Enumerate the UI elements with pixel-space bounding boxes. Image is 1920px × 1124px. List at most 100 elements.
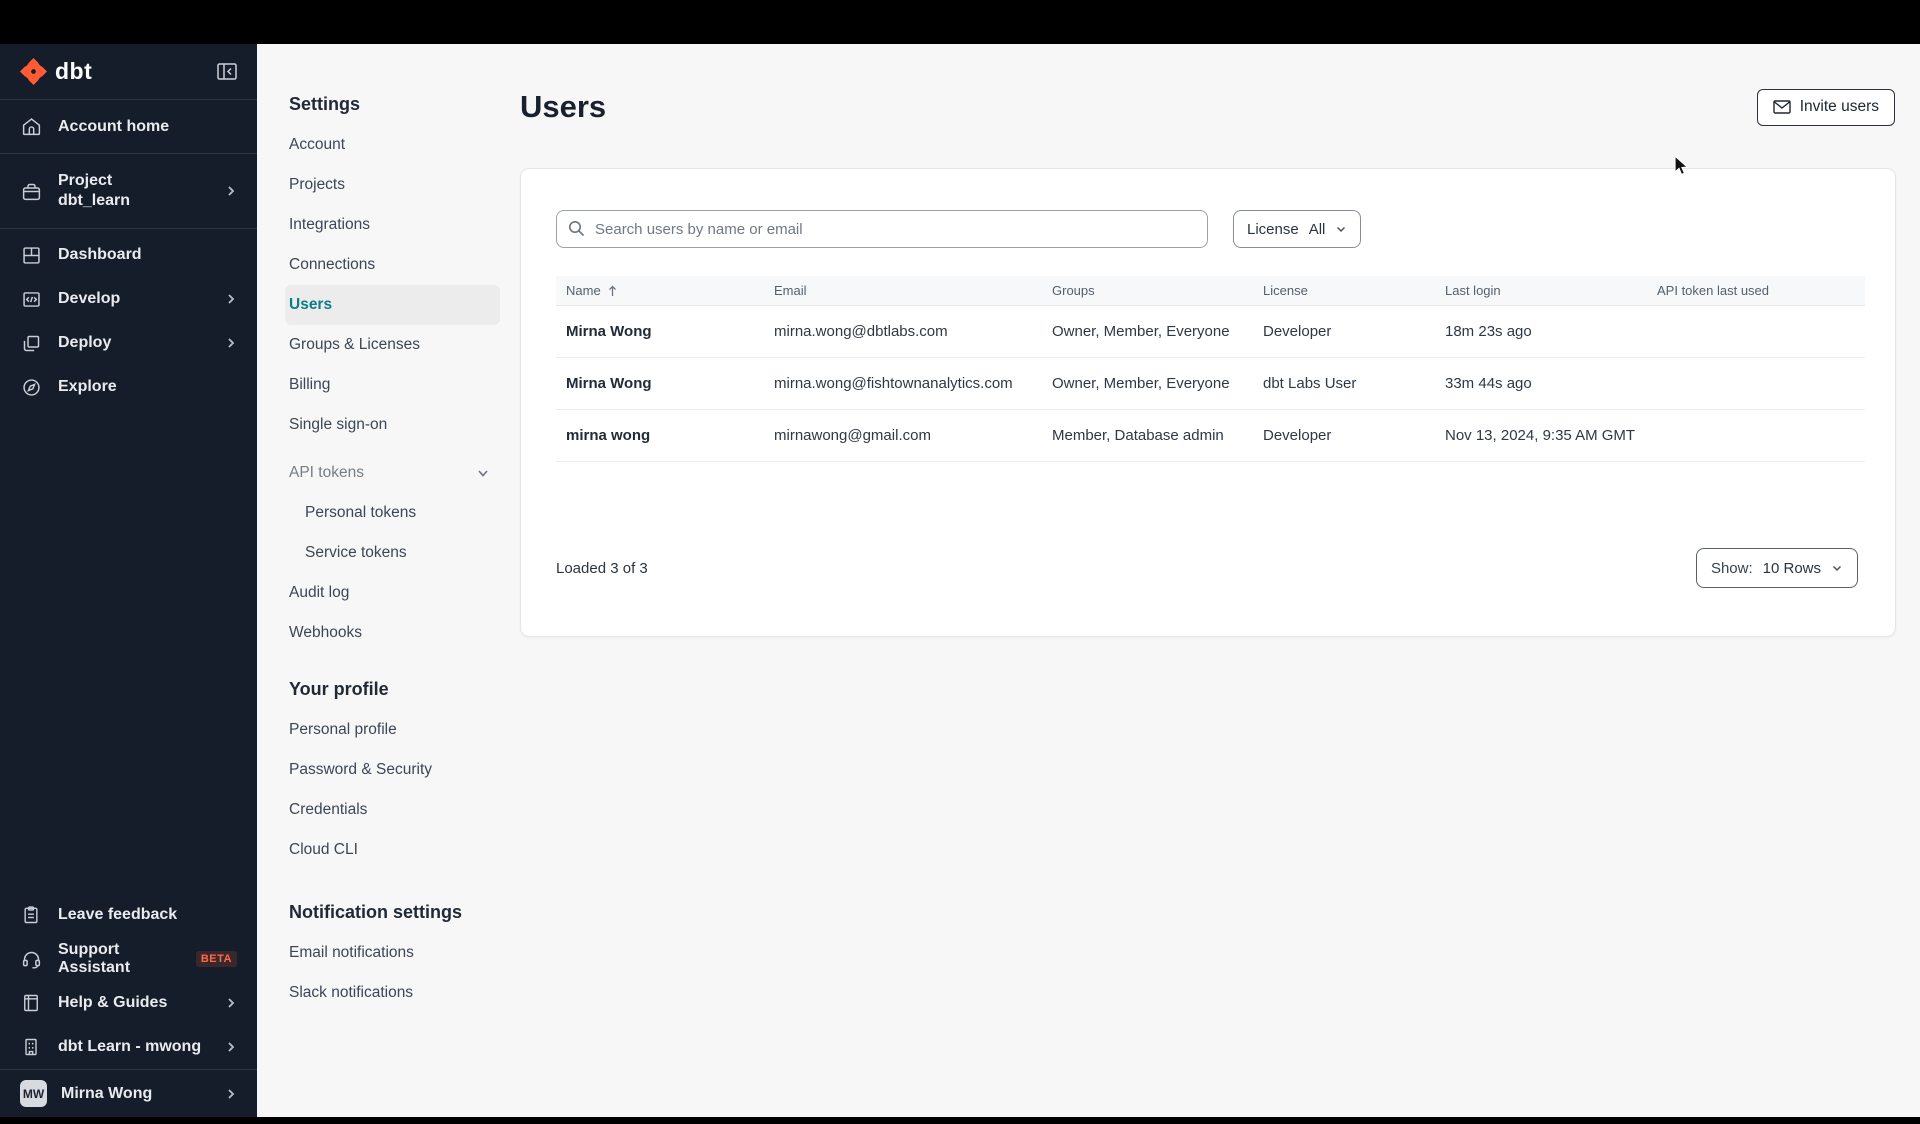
cell-email: mirna.wong@fishtownanalytics.com — [774, 375, 1013, 392]
sidebar-item-deploy[interactable]: Deploy — [0, 321, 257, 365]
nav-label: Cloud CLI — [289, 841, 358, 858]
license-filter-dropdown[interactable]: License All — [1233, 210, 1362, 248]
settings-nav-integrations[interactable]: Integrations — [285, 205, 500, 245]
sidebar-item-label: Help & Guides — [58, 994, 168, 1011]
settings-nav-cloud-cli[interactable]: Cloud CLI — [285, 830, 500, 870]
settings-nav-credentials[interactable]: Credentials — [285, 790, 500, 830]
nav-label: Single sign-on — [289, 416, 388, 433]
sidebar-item-leave-feedback[interactable]: Leave feedback — [0, 893, 257, 937]
chevron-down-icon — [1831, 562, 1843, 574]
envelope-icon — [1773, 100, 1791, 114]
cell-groups: Owner, Member, Everyone — [1052, 375, 1230, 392]
profile-nav-title: Your profile — [289, 679, 389, 699]
settings-nav-title: Settings — [289, 94, 361, 114]
sidebar-item-support-assistant[interactable]: Support Assistant BETA — [0, 937, 257, 981]
cell-last-login: Nov 13, 2024, 9:35 AM GMT — [1445, 427, 1636, 444]
cell-last-login: 33m 44s ago — [1445, 375, 1532, 392]
sidebar-item-explore[interactable]: Explore — [0, 365, 257, 409]
column-label: License — [1263, 283, 1308, 298]
settings-nav-billing[interactable]: Billing — [285, 365, 500, 405]
loaded-status: Loaded 3 of 3 — [556, 559, 648, 577]
settings-nav-single-sign-on[interactable]: Single sign-on — [285, 405, 500, 445]
table-row[interactable]: Mirna Wong mirna.wong@fishtownanalytics.… — [556, 358, 1865, 410]
sidebar-item-label: Support Assistant — [58, 941, 131, 976]
sidebar-item-project[interactable]: Project dbt_learn — [0, 154, 257, 228]
search-users-input[interactable] — [556, 210, 1208, 248]
settings-nav-password-security[interactable]: Password & Security — [285, 750, 500, 790]
deploy-icon — [20, 333, 42, 354]
column-header-last-login[interactable]: Last login — [1445, 283, 1657, 298]
sort-asc-icon — [608, 285, 617, 297]
building-icon — [20, 1037, 42, 1057]
sidebar-item-account-home[interactable]: Account home — [0, 100, 257, 153]
nav-label: Groups & Licenses — [289, 336, 420, 353]
project-label: Project — [58, 172, 113, 189]
primary-sidebar: dbt Account home Project dbt_learn Dashb… — [0, 44, 257, 1117]
cell-license: Developer — [1263, 427, 1332, 444]
column-label: Groups — [1052, 283, 1095, 298]
settings-nav-api-tokens[interactable]: API tokens — [285, 453, 500, 493]
chevron-down-icon — [476, 466, 490, 480]
sidebar-item-develop[interactable]: Develop — [0, 277, 257, 321]
sidebar-item-dbt-learn[interactable]: dbt Learn - mwong — [0, 1025, 257, 1069]
column-header-groups[interactable]: Groups — [1052, 283, 1263, 298]
settings-nav-projects[interactable]: Projects — [285, 165, 500, 205]
search-users-box — [556, 210, 1208, 248]
code-window-icon — [20, 289, 42, 310]
show-rows-dropdown[interactable]: Show: 10 Rows — [1695, 548, 1858, 588]
settings-nav-personal-tokens[interactable]: Personal tokens — [285, 493, 500, 533]
settings-nav-audit-log[interactable]: Audit log — [285, 573, 500, 613]
license-filter-value: All — [1308, 220, 1326, 238]
user-menu[interactable]: MW Mirna Wong — [0, 1070, 257, 1117]
bottom-black-bar — [0, 1117, 1920, 1124]
license-filter-label: License — [1247, 220, 1299, 238]
avatar: MW — [20, 1080, 47, 1107]
nav-label: Integrations — [289, 216, 370, 233]
invite-users-label: Invite users — [1799, 98, 1879, 115]
sidebar-item-help-guides[interactable]: Help & Guides — [0, 981, 257, 1025]
dashboard-icon — [20, 245, 42, 266]
cell-groups: Member, Database admin — [1052, 427, 1224, 444]
settings-nav-personal-profile[interactable]: Personal profile — [285, 710, 500, 750]
settings-nav-email-notifications[interactable]: Email notifications — [285, 933, 500, 973]
nav-label: API tokens — [289, 464, 364, 481]
project-icon — [20, 181, 42, 202]
nav-label: Slack notifications — [289, 984, 414, 1001]
top-black-bar — [0, 0, 1920, 44]
sidebar-item-label: Dashboard — [58, 246, 142, 263]
sidebar-item-label: Account home — [58, 117, 170, 135]
table-row[interactable]: Mirna Wong mirna.wong@dbtlabs.com Owner,… — [556, 306, 1865, 358]
sidebar-item-dashboard[interactable]: Dashboard — [0, 233, 257, 277]
nav-label: Account — [289, 136, 346, 153]
settings-nav-webhooks[interactable]: Webhooks — [285, 613, 500, 653]
cell-email: mirna.wong@dbtlabs.com — [774, 323, 948, 340]
chevron-right-icon — [225, 337, 237, 349]
nav-label: Personal profile — [289, 721, 397, 738]
settings-nav-users[interactable]: Users — [285, 285, 500, 325]
nav-label: Audit log — [289, 584, 350, 601]
settings-nav-groups-licenses[interactable]: Groups & Licenses — [285, 325, 500, 365]
column-header-email[interactable]: Email — [774, 283, 1052, 298]
cell-groups: Owner, Member, Everyone — [1052, 323, 1230, 340]
collapse-sidebar-icon[interactable] — [217, 63, 237, 80]
nav-label: Personal tokens — [305, 504, 417, 521]
settings-nav-connections[interactable]: Connections — [285, 245, 500, 285]
settings-nav-slack-notifications[interactable]: Slack notifications — [285, 973, 500, 1013]
dbt-logo-icon — [20, 58, 47, 85]
sidebar-item-label: dbt Learn - mwong — [58, 1038, 202, 1055]
column-label: Email — [774, 283, 807, 298]
chevron-down-icon — [1335, 223, 1347, 235]
table-row[interactable]: mirna wong mirnawong@gmail.com Member, D… — [556, 410, 1865, 462]
cell-license: Developer — [1263, 323, 1332, 340]
column-header-name[interactable]: Name — [556, 283, 774, 298]
settings-nav-account[interactable]: Account — [285, 125, 500, 165]
cell-last-login: 18m 23s ago — [1445, 323, 1532, 340]
column-header-api-token[interactable]: API token last used — [1657, 283, 1865, 298]
cell-license: dbt Labs User — [1263, 375, 1357, 392]
chevron-right-icon — [225, 293, 237, 305]
show-rows-label: Show: — [1710, 559, 1753, 577]
invite-users-button[interactable]: Invite users — [1756, 88, 1895, 126]
settings-nav-service-tokens[interactable]: Service tokens — [285, 533, 500, 573]
column-header-license[interactable]: License — [1263, 283, 1445, 298]
nav-label: Projects — [289, 176, 345, 193]
